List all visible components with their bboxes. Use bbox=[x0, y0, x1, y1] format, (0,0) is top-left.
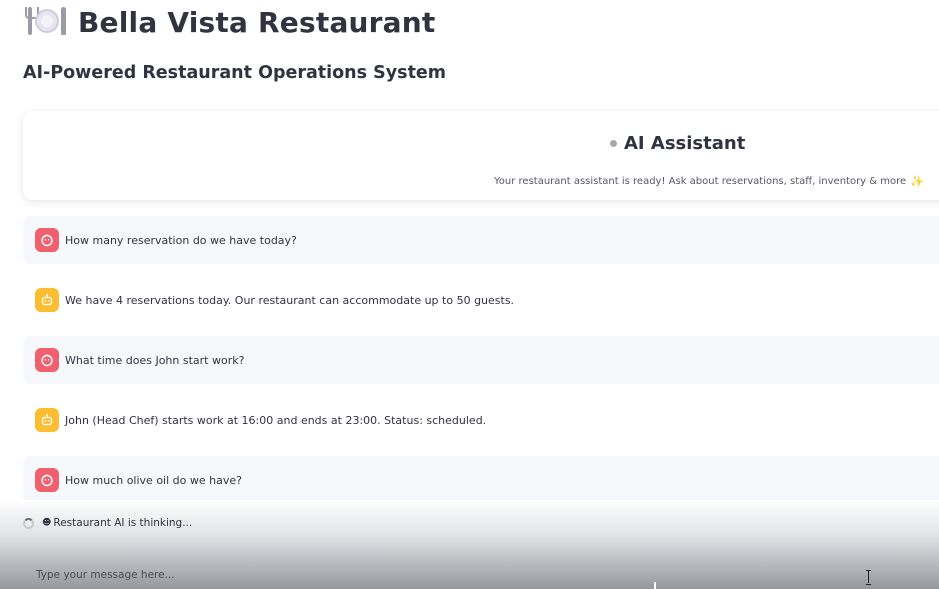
user-avatar-icon bbox=[35, 228, 59, 252]
user-avatar-icon bbox=[35, 468, 59, 492]
message-text: John (Head Chef) starts work at 16:00 an… bbox=[65, 413, 487, 427]
page-subtitle: AI-Powered Restaurant Operations System bbox=[23, 63, 447, 83]
bot-avatar-icon bbox=[35, 408, 59, 432]
chat-message-user: How many reservation do we have today? bbox=[23, 216, 939, 264]
message-text: We have 4 reservations today. Our restau… bbox=[65, 293, 515, 307]
assistant-heading-label: AI Assistant bbox=[624, 133, 746, 154]
text-cursor-icon bbox=[866, 570, 872, 585]
message-text: How much olive oil do we have? bbox=[65, 473, 242, 487]
robot-icon: ☻ bbox=[42, 518, 52, 528]
assistant-heading: AI Assistant bbox=[610, 133, 745, 154]
spinner-icon bbox=[23, 517, 34, 529]
message-text: How many reservation do we have today? bbox=[65, 233, 297, 247]
thinking-text: Restaurant AI is thinking... bbox=[53, 517, 193, 529]
plate-with-cutlery-icon bbox=[25, 3, 66, 41]
message-text: What time does John start work? bbox=[65, 353, 245, 367]
chat-message-assistant: John (Head Chef) starts work at 16:00 an… bbox=[23, 396, 939, 444]
chat-message-user: What time does John start work? bbox=[23, 336, 939, 384]
bot-avatar-icon bbox=[35, 288, 59, 312]
chat-message-input[interactable] bbox=[23, 562, 939, 588]
sparkles-icon: ✨ bbox=[910, 175, 924, 188]
chat-message-user: How much olive oil do we have? bbox=[23, 456, 939, 504]
assistant-description: Your restaurant assistant is ready! Ask … bbox=[494, 175, 924, 188]
app-page: Bella Vista Restaurant AI-Powered Restau… bbox=[0, 0, 939, 589]
assistant-description-text: Your restaurant assistant is ready! Ask … bbox=[494, 176, 907, 187]
status-dot-icon bbox=[610, 140, 617, 147]
chat-message-assistant: We have 4 reservations today. Our restau… bbox=[23, 276, 939, 324]
input-caret bbox=[654, 582, 656, 589]
user-avatar-icon bbox=[35, 348, 59, 372]
page-title: Bella Vista Restaurant bbox=[78, 5, 436, 39]
thinking-status: ☻ Restaurant AI is thinking... bbox=[23, 517, 192, 529]
header: Bella Vista Restaurant bbox=[25, 2, 436, 42]
